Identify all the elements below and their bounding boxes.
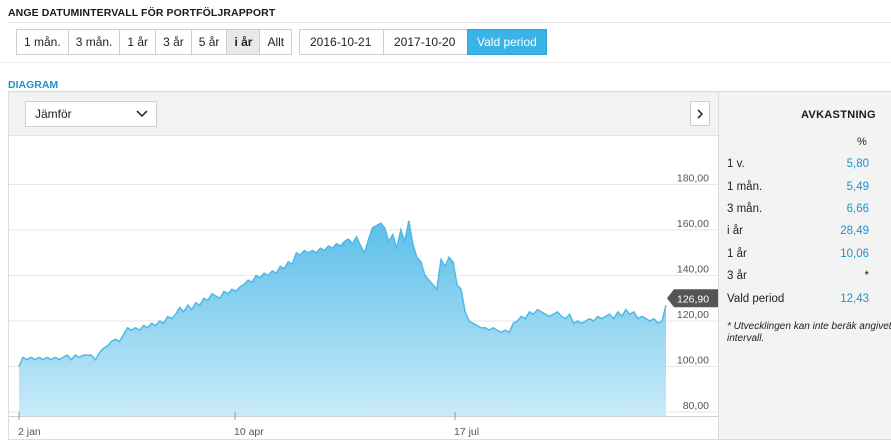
returns-unit: %	[857, 136, 867, 148]
range-3-years-button[interactable]: 3 år	[156, 30, 192, 54]
section-divider	[8, 22, 891, 23]
y-tick-label: 160,00	[677, 218, 709, 230]
returns-footnote: * Utvecklingen kan inte beräk angivet in…	[727, 321, 891, 344]
series-area	[19, 220, 666, 416]
returns-panel: AVKASTNING % 1 v. 5,80 1 mån. 5,49 3 mån…	[719, 91, 891, 440]
date-to-field[interactable]	[383, 29, 467, 55]
y-tick-label: 80,00	[683, 400, 709, 412]
return-value: 10,06	[840, 248, 869, 260]
current-value-text: 126,90	[677, 293, 709, 305]
range-button-group: 1 mån. 3 mån. 1 år 3 år 5 år i år Allt	[16, 29, 293, 55]
range-all-button[interactable]: Allt	[260, 30, 291, 54]
compare-dropdown[interactable]: Jämför	[25, 101, 157, 127]
returns-title: AVKASTNING	[801, 109, 876, 121]
x-tick-label: 17 jul	[454, 426, 479, 438]
return-row: 3 mån. 6,66	[727, 203, 869, 219]
return-label: 1 v.	[727, 158, 745, 170]
range-1-month-button[interactable]: 1 mån.	[17, 30, 69, 54]
header-divider	[0, 62, 891, 63]
return-label: 3 mån.	[727, 203, 763, 215]
compare-dropdown-label: Jämför	[35, 107, 72, 121]
range-3-months-button[interactable]: 3 mån.	[69, 30, 121, 54]
date-range-group: Vald period	[299, 29, 547, 55]
return-value: 28,49	[840, 225, 869, 237]
chevron-down-icon	[136, 110, 148, 118]
y-tick-label: 140,00	[677, 264, 709, 276]
return-value: 12,43	[840, 293, 869, 305]
return-label: 1 mån.	[727, 181, 763, 193]
portfolio-chart: 80,00 100,00 120,00 140,00 160,00 180,00 2 ja…	[9, 173, 718, 438]
return-row: 1 mån. 5,49	[727, 181, 869, 197]
diagram-title: DIAGRAM	[8, 79, 59, 91]
return-label: Vald period	[727, 293, 785, 305]
return-row: 3 år *	[727, 270, 869, 286]
return-value: 5,80	[846, 158, 869, 170]
return-label: 3 år	[727, 270, 747, 282]
section-title: ANGE DATUMINTERVALL FÖR PORTFÖLJRAPPORT	[8, 7, 276, 19]
diagram-panel: Jämför 80,00 100,00 120,00 140,00 160,00 180,…	[8, 91, 719, 440]
x-tick-label: 2 jan	[18, 426, 41, 438]
return-row: Vald period 12,43	[727, 293, 869, 309]
return-row: 1 v. 5,80	[727, 158, 869, 174]
expand-panel-button[interactable]	[690, 101, 710, 126]
range-1-year-button[interactable]: 1 år	[120, 30, 157, 54]
y-tick-label: 100,00	[677, 355, 709, 367]
return-value: 5,49	[846, 181, 869, 193]
return-label: i år	[727, 225, 743, 237]
return-row: 1 år 10,06	[727, 248, 869, 264]
diagram-toolbar: Jämför	[9, 92, 718, 136]
range-ytd-button[interactable]: i år	[227, 30, 261, 54]
return-value: *	[864, 270, 869, 282]
return-value: 6,66	[846, 203, 869, 215]
date-from-field[interactable]	[299, 29, 383, 55]
return-label: 1 år	[727, 248, 747, 260]
chevron-right-icon	[697, 108, 704, 119]
selected-period-button[interactable]: Vald period	[467, 29, 547, 55]
return-row: i år 28,49	[727, 225, 869, 241]
range-5-years-button[interactable]: 5 år	[192, 30, 228, 54]
x-tick-label: 10 apr	[234, 426, 264, 438]
y-tick-label: 180,00	[677, 173, 709, 185]
y-tick-label: 120,00	[677, 309, 709, 321]
current-value-label: 126,90	[667, 289, 718, 308]
